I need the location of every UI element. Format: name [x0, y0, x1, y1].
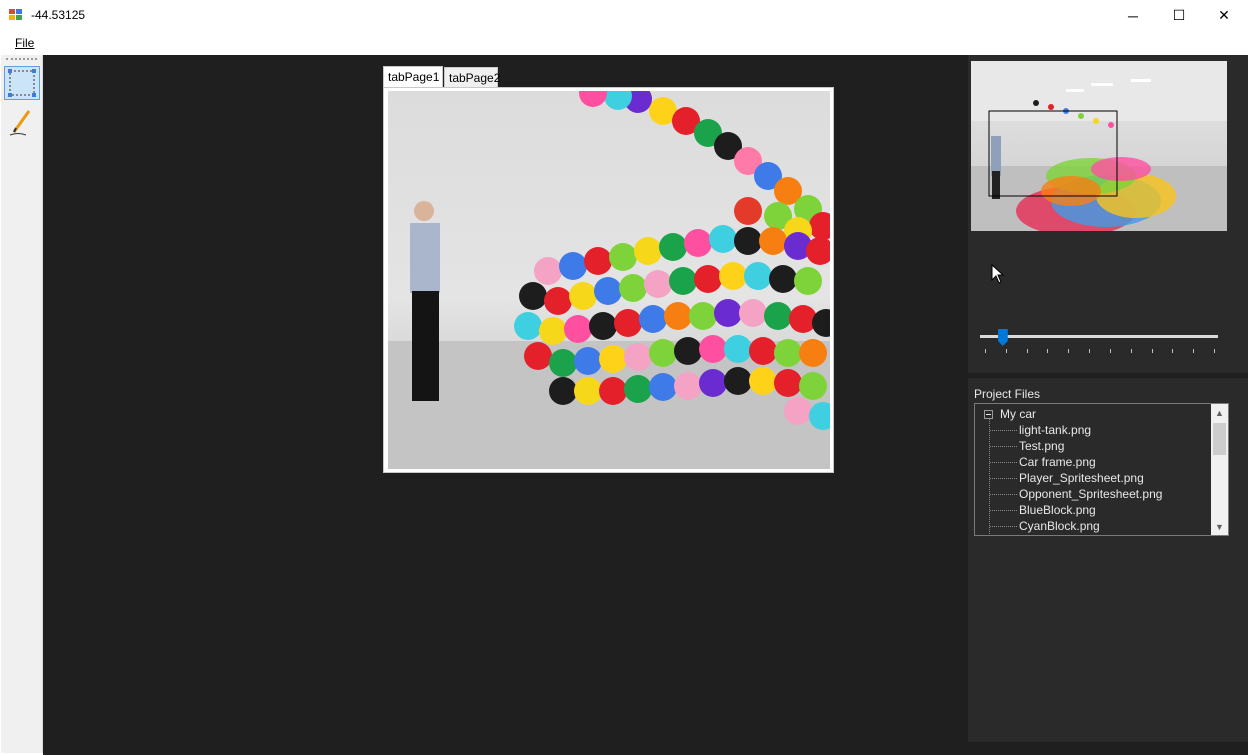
slider-tick [1214, 349, 1215, 353]
tree-root-label: My car [1000, 407, 1036, 421]
tree-root-node[interactable]: My car [984, 407, 1036, 421]
tree-file-item[interactable]: Player_Spritesheet.png [1019, 471, 1144, 485]
menu-file[interactable]: File [15, 36, 34, 50]
maximize-button[interactable]: ☐ [1156, 0, 1202, 31]
tree-file-item[interactable]: Test.png [1019, 439, 1064, 453]
selection-rectangle-icon [8, 69, 36, 97]
tab-page1[interactable]: tabPage1 [383, 66, 443, 88]
tree-connector-line [990, 446, 1017, 448]
tree-connector-line [990, 462, 1017, 464]
tree-connector-line [990, 494, 1017, 496]
tree-scrollbar[interactable]: ▲ ▼ [1211, 404, 1228, 535]
window-title: -44.53125 [31, 8, 86, 22]
slider-tick [1130, 349, 1132, 353]
tree-file-item[interactable]: BlueBlock.png [1019, 503, 1096, 517]
app-icon[interactable] [9, 9, 23, 21]
close-button[interactable]: ✕ [1201, 0, 1247, 31]
tool-strip [1, 55, 43, 753]
tab-page-content [383, 87, 834, 473]
slider-tick [1026, 349, 1028, 353]
title-bar: -44.53125 ─ ☐ ✕ [0, 0, 1248, 31]
tree-file-item[interactable]: light-tank.png [1019, 423, 1091, 437]
maximize-icon: ☐ [1172, 7, 1186, 23]
slider-tick [1047, 349, 1049, 353]
tree-file-item[interactable]: Car frame.png [1019, 455, 1096, 469]
panel-bottom-strip [968, 742, 1248, 755]
preview-thumbnail[interactable] [971, 61, 1227, 231]
slider-tick [1005, 349, 1007, 353]
slider-tick [1089, 349, 1091, 353]
preview-image [971, 61, 1227, 231]
slider-tick [1068, 349, 1070, 353]
tree-connector [989, 418, 991, 534]
tree-file-item[interactable]: Opponent_Spritesheet.png [1019, 487, 1162, 501]
pencil-tool-button[interactable] [4, 106, 40, 140]
tree-connector-line [990, 430, 1017, 432]
select-tool-button[interactable] [4, 66, 40, 100]
project-files-label: Project Files [974, 387, 1041, 401]
menu-bar: File [0, 31, 1248, 55]
tree-file-item[interactable]: CyanBlock.png [1019, 519, 1100, 533]
tree-connector-line [990, 526, 1017, 528]
slider-tick [1151, 349, 1153, 353]
slider-tick [1193, 349, 1195, 353]
mouse-cursor-icon [991, 264, 1005, 284]
zoom-slider-track[interactable] [980, 335, 1218, 338]
toolstrip-grip[interactable] [6, 58, 37, 62]
slider-tick [1172, 349, 1174, 353]
tree-connector-line [990, 478, 1017, 480]
project-files-tree[interactable]: My car light-tank.png Test.png Car frame.p… [974, 403, 1229, 536]
image-canvas[interactable] [388, 91, 830, 469]
minimize-button[interactable]: ─ [1110, 0, 1156, 31]
scroll-thumb[interactable] [1213, 423, 1226, 455]
tree-connector-line [990, 510, 1017, 512]
tab-page2[interactable]: tabPage2 [444, 67, 500, 87]
slider-tick [985, 349, 986, 353]
scroll-up-icon[interactable]: ▲ [1211, 404, 1228, 421]
pencil-icon [9, 110, 31, 136]
slider-tick [1109, 349, 1111, 353]
minimize-icon: ─ [1128, 7, 1138, 24]
scroll-down-icon[interactable]: ▼ [1211, 518, 1228, 535]
balloon-tank-image [388, 91, 830, 469]
close-icon: ✕ [1218, 7, 1230, 23]
